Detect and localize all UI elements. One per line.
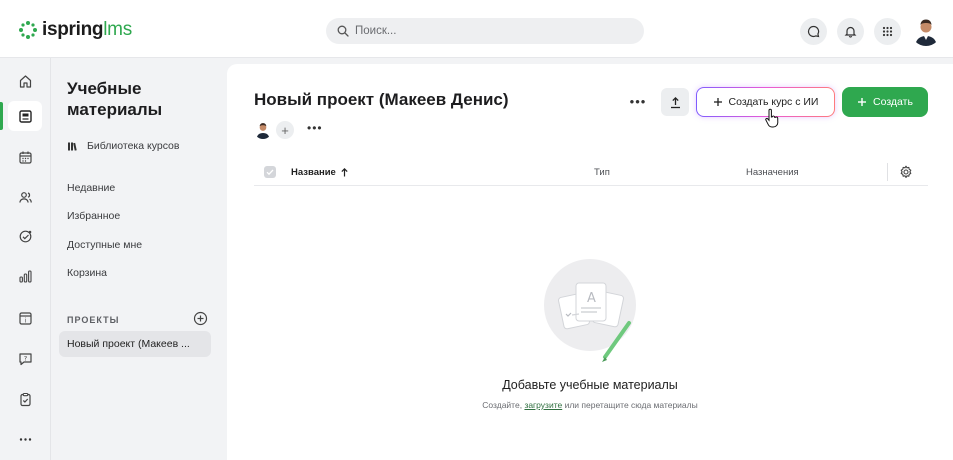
select-all-checkbox[interactable] [264,166,276,178]
sort-arrow-up-icon [341,168,348,177]
column-type[interactable]: Тип [594,167,610,178]
rail-assignments[interactable] [8,384,42,414]
members-more-button[interactable]: ••• [307,122,323,134]
bell-icon [844,26,857,38]
rail-calendar[interactable] [8,142,42,172]
rail-materials[interactable] [8,101,42,131]
plus-icon [713,98,722,106]
column-assignments[interactable]: Назначения [746,167,799,178]
sidebar-project-item[interactable]: Новый проект (Макеев ... [59,331,211,357]
empty-state-subtitle: Создайте, загрузите или перетащите сюда … [227,400,953,410]
sidebar-item-library[interactable]: Библиотека курсов [67,140,179,152]
users-icon [18,191,32,203]
reports-icon [18,269,32,283]
hand-cursor-icon [765,108,779,128]
empty-sub-text-2: или перетащите сюда материалы [562,400,698,410]
column-name-label: Название [291,167,336,178]
more-icon [19,437,31,441]
page-title: Новый проект (Макеев Денис) [254,90,509,109]
upload-link[interactable]: загрузите [524,400,562,410]
message-question-icon: ? [18,352,32,365]
chat-icon [807,25,820,37]
home-icon [19,74,31,88]
check-icon [266,169,274,176]
top-bar: ispringlms [0,0,953,58]
avatar-icon [254,121,272,139]
materials-icon [18,109,32,123]
achievements-icon [19,230,31,242]
empty-materials-illustration: A [544,259,636,362]
avatar-icon [911,16,941,46]
clipboard-check-icon [19,392,31,406]
sidebar-item-label: Библиотека курсов [87,140,180,152]
apps-grid-icon [882,26,893,36]
brand-name: ispringlms [42,19,132,40]
empty-state-title: Добавьте учебные материалы [502,378,678,392]
gear-icon[interactable] [899,165,913,179]
sidebar-item-recent[interactable]: Недавние [67,182,115,194]
library-icon [68,142,77,151]
svg-text:?: ? [23,354,26,362]
more-actions-button[interactable]: ••• [625,88,651,114]
rail-achievements[interactable] [8,221,42,251]
chat-button[interactable] [800,17,827,45]
rail-users[interactable] [8,182,42,212]
sidebar-item-trash[interactable]: Корзина [67,267,107,279]
search-box[interactable] [326,18,644,44]
sidebar-item-favorites[interactable]: Избранное [67,210,120,222]
brand-logo[interactable]: ispringlms [18,19,132,41]
search-input[interactable] [355,25,615,37]
rail-reports[interactable] [8,261,42,291]
create-button[interactable]: Создать [842,87,928,117]
search-icon [337,25,349,37]
column-name[interactable]: Название [291,167,349,178]
rail-home[interactable] [8,66,42,96]
courses-icon: i [18,311,32,325]
empty-sub-text-1: Создайте, [482,400,525,410]
rail-messages[interactable]: ? [8,343,42,373]
svg-text:A: A [587,291,596,306]
notifications-button[interactable] [837,17,864,45]
sidebar: Учебные материалы Библиотека курсов Неда… [51,58,226,460]
projects-header: ПРОЕКТЫ [67,315,120,325]
rail-more[interactable] [8,424,42,454]
calendar-icon [18,151,32,164]
rail-active-indicator [0,102,3,130]
main-panel: Новый проект (Макеев Денис) + ••• ••• Со… [227,64,953,460]
create-ai-course-label: Создать курс с ИИ [728,96,819,108]
sidebar-title: Учебные материалы [67,79,163,119]
plus-icon [858,98,867,106]
sidebar-item-shared[interactable]: Доступные мне [67,239,142,251]
nav-rail: i ? [0,58,50,460]
rail-courses[interactable]: i [8,303,42,333]
logo-mark-icon [19,21,37,39]
add-member-button[interactable]: + [276,121,294,139]
user-avatar[interactable] [911,16,941,46]
column-separator [887,163,888,181]
upload-button[interactable] [661,88,689,116]
table-header: Название Тип Назначения [254,160,928,186]
add-project-icon[interactable] [193,311,208,326]
apps-button[interactable] [874,17,901,45]
upload-icon [670,96,680,108]
project-member-avatar[interactable] [254,121,272,139]
create-label: Создать [873,96,913,108]
